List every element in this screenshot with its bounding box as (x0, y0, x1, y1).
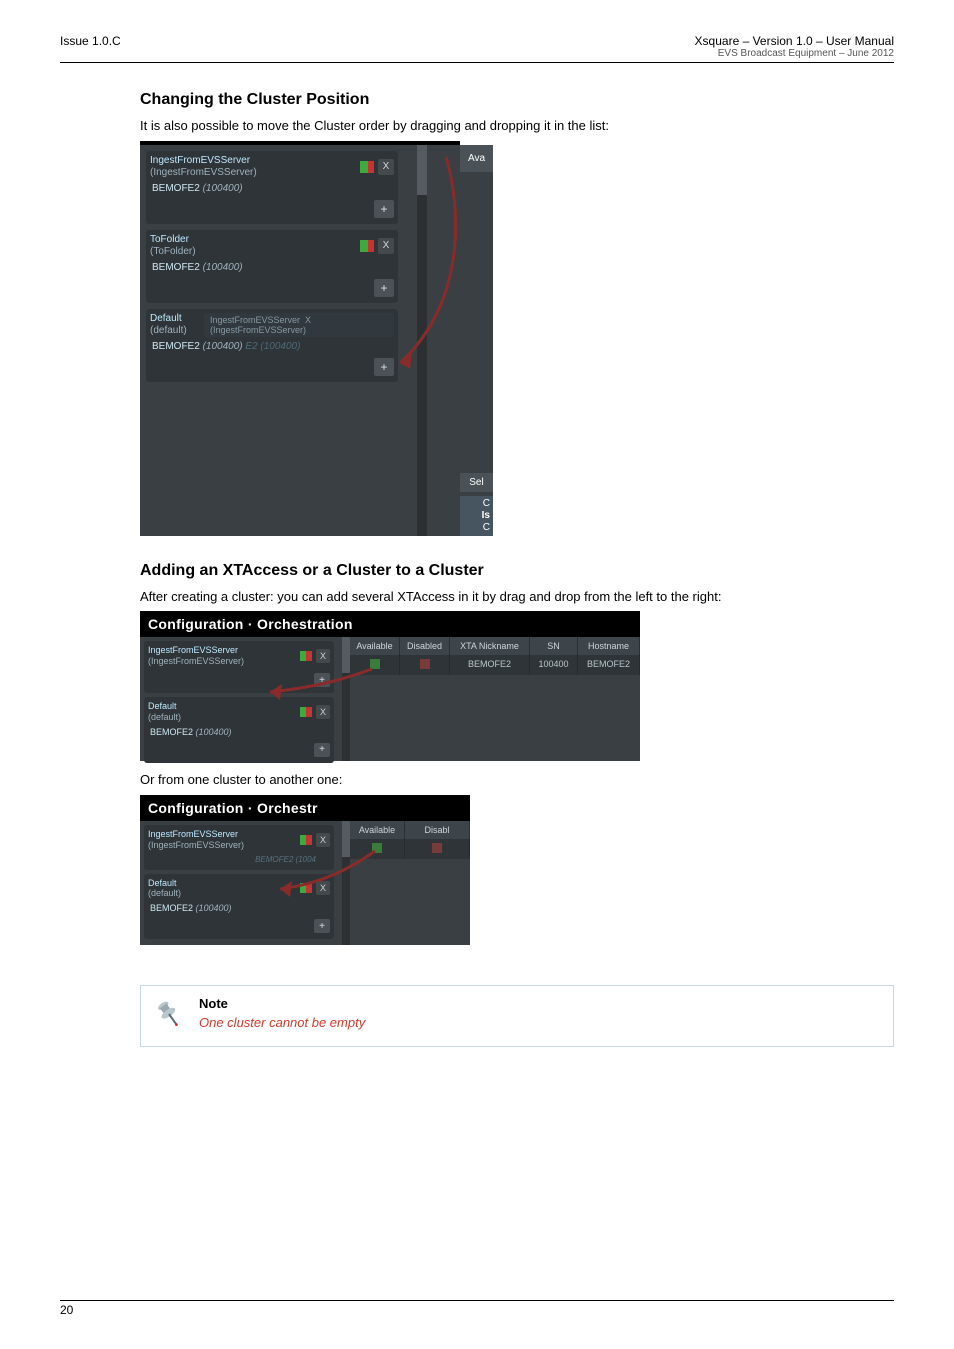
card-hostnum: (100400) (203, 262, 243, 273)
screenshot-cluster2cluster: Configuration · Orchestr IngestFromEVSSe… (140, 795, 470, 945)
card-hostnum: (100400) (203, 183, 243, 194)
screenshot-add: Configuration · Orchestration IngestFrom… (140, 611, 640, 761)
drag-arrow-2 (310, 647, 390, 717)
add-button[interactable]: + (314, 743, 330, 757)
col-disabled: Disabl (405, 821, 470, 839)
sel-label: Sel (460, 473, 493, 492)
cluster-card-default[interactable]: Default (default) IngestFromEVSServer X … (146, 309, 398, 382)
heading-cluster-position: Changing the Cluster Position (140, 91, 894, 109)
intro-add-xtaccess: After creating a cluster: you can add se… (140, 588, 894, 606)
cluster-card-default-2[interactable]: Default (default) X BEMOFE2 (100400) + (144, 697, 334, 763)
card-title: Default (150, 313, 182, 324)
doc-subtitle: EVS Broadcast Equipment – June 2012 (695, 48, 894, 60)
col-nick: XTA Nickname (450, 637, 530, 655)
cluster-card-ingest[interactable]: IngestFromEVSServer (IngestFromEVSServer… (146, 151, 398, 224)
page-footer: 20 (60, 1300, 894, 1317)
add-button[interactable]: + (314, 919, 330, 933)
card-host: BEMOFE2 (152, 183, 200, 194)
card-host: BEMOFE2 (152, 262, 200, 273)
card-sub: (ToFolder) (150, 246, 196, 257)
uncheck-icon (432, 843, 442, 853)
note-title: Note (199, 996, 365, 1011)
col-disabled: Disabled (400, 637, 450, 655)
cluster-card-ingest-3[interactable]: IngestFromEVSServer (IngestFromEVSServer… (144, 825, 334, 870)
card-hostnum: (100400) (203, 341, 243, 352)
page-number: 20 (60, 1303, 73, 1317)
page-header: Issue 1.0.C Xsquare – Version 1.0 – User… (60, 34, 894, 63)
card-title: IngestFromEVSServer (150, 155, 250, 166)
drag-ghost: IngestFromEVSServer X (IngestFromEVSServ… (204, 313, 394, 337)
card-sub: (default) (150, 325, 187, 336)
col-sn: SN (530, 637, 578, 655)
card-host: BEMOFE2 (152, 341, 200, 352)
cluster-card-ingest-2[interactable]: IngestFromEVSServer (IngestFromEVSServer… (144, 641, 334, 693)
cell-nick: BEMOFE2 (450, 655, 530, 675)
card-title: ToFolder (150, 234, 189, 245)
ghost-host: BEMOFE2 (1004 (144, 855, 334, 868)
status-icon (360, 161, 374, 173)
doc-title-block: Xsquare – Version 1.0 – User Manual EVS … (695, 34, 894, 60)
xta-table-crop: Available Disabl (350, 821, 470, 945)
drag-arrow (388, 145, 468, 395)
col-hostname: Hostname (578, 637, 640, 655)
intro-cluster-position: It is also possible to move the Cluster … (140, 117, 894, 135)
xta-table: Available Disabled XTA Nickname SN Hostn… (350, 637, 640, 761)
ghost-host: E2 (100400) (245, 341, 300, 352)
window-title: Configuration · Orchestration (140, 611, 640, 637)
heading-add-xtaccess: Adding an XTAccess or a Cluster to a Clu… (140, 562, 894, 580)
cell-sn: 100400 (530, 655, 578, 675)
intro-cluster-to-cluster: Or from one cluster to another one: (140, 771, 894, 789)
window-title: Configuration · Orchestr (140, 795, 470, 821)
drag-arrow-3 (320, 829, 410, 909)
table-row[interactable]: BEMOFE2 100400 BEMOFE2 (350, 655, 640, 675)
doc-title: Xsquare – Version 1.0 – User Manual (695, 34, 894, 48)
card-sub: (IngestFromEVSServer) (150, 167, 257, 178)
cluster-card-tofolder[interactable]: ToFolder (ToFolder) X BEMOFE2 (100400) + (146, 230, 398, 303)
status-icon (360, 240, 374, 252)
status-icon (300, 835, 312, 845)
screenshot-reorder: IngestFromEVSServer (IngestFromEVSServer… (140, 141, 460, 536)
note-box: Note One cluster cannot be empty (140, 985, 894, 1047)
pushpin-icon (151, 996, 187, 1032)
note-text: One cluster cannot be empty (199, 1015, 365, 1030)
uncheck-icon (420, 659, 430, 669)
issue: Issue 1.0.C (60, 34, 121, 60)
cell-hostname: BEMOFE2 (578, 655, 640, 675)
